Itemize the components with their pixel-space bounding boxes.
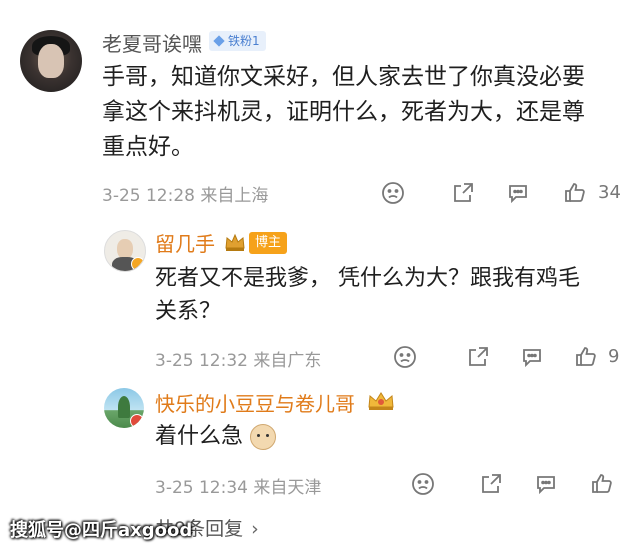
diamond-icon [213, 35, 225, 47]
comment-icon [537, 476, 555, 495]
dislike-button[interactable] [380, 180, 406, 206]
comment-text-line-3: 重点好。 [102, 134, 194, 160]
like-count: 9 [608, 346, 620, 367]
dislike-button[interactable] [392, 344, 418, 370]
avatar[interactable] [104, 388, 144, 428]
reply-username[interactable]: 留几手 [155, 228, 215, 257]
comment-text-line-2: 拿这个来抖机灵，证明什么，死者为大，还是尊 [102, 99, 585, 125]
comment-thread: 老夏哥诶嘿 铁粉1 手哥，知道你文采好，但人家去世了你真没必要 拿这个来抖机灵，… [0, 0, 640, 545]
comment-button[interactable] [505, 180, 531, 206]
fan-badge[interactable]: 铁粉1 [209, 31, 266, 51]
author-tag: 博主 [249, 232, 288, 254]
comment-username[interactable]: 老夏哥诶嘿 [102, 28, 202, 57]
like-button[interactable] [562, 180, 588, 206]
cat-emoji-icon [250, 424, 276, 450]
thumbs-up-icon [565, 183, 585, 202]
crown-icon [225, 233, 245, 251]
share-button[interactable] [450, 180, 476, 206]
frown-icon [394, 346, 416, 368]
reply-text-line-1: 着什么急 [155, 424, 244, 449]
avatar[interactable] [104, 230, 146, 272]
comment-button[interactable] [533, 471, 559, 497]
user-badge-icon [130, 414, 144, 428]
verified-badge-icon [131, 257, 145, 271]
reply-text-line-1: 死者又不是我爹， 凭什么为大？跟我有鸡毛 [155, 266, 580, 291]
share-icon [482, 474, 501, 493]
like-count: 34 [598, 182, 621, 203]
comment-icon [509, 185, 527, 204]
reply-meta: 3-25 12:34 来自天津 [155, 478, 322, 498]
share-icon [454, 183, 473, 202]
like-button[interactable] [589, 471, 615, 497]
comment-icon [523, 349, 541, 368]
chevron-right-icon: › [251, 518, 259, 540]
crown-badge-icon [368, 392, 394, 410]
reply-meta: 3-25 12:32 来自广东 [155, 351, 322, 371]
thumbs-up-icon [576, 347, 596, 366]
thumbs-up-icon [592, 474, 612, 493]
avatar[interactable] [20, 30, 82, 92]
comment-text-line-1: 手哥，知道你文采好，但人家去世了你真没必要 [102, 64, 585, 90]
share-icon [469, 347, 488, 366]
frown-icon [412, 473, 434, 495]
dislike-button[interactable] [410, 471, 436, 497]
fan-badge-label: 铁粉1 [228, 34, 260, 48]
watermark: 搜狐号@四斤axgood [10, 520, 193, 541]
share-button[interactable] [478, 471, 504, 497]
share-button[interactable] [465, 344, 491, 370]
comment-button[interactable] [519, 344, 545, 370]
frown-icon [382, 182, 404, 204]
like-button[interactable] [573, 344, 599, 370]
comment-meta: 3-25 12:28 来自上海 [102, 186, 269, 206]
reply-text-line-2: 关系？ [155, 299, 222, 324]
reply-username[interactable]: 快乐的小豆豆与卷儿哥 [155, 388, 355, 417]
